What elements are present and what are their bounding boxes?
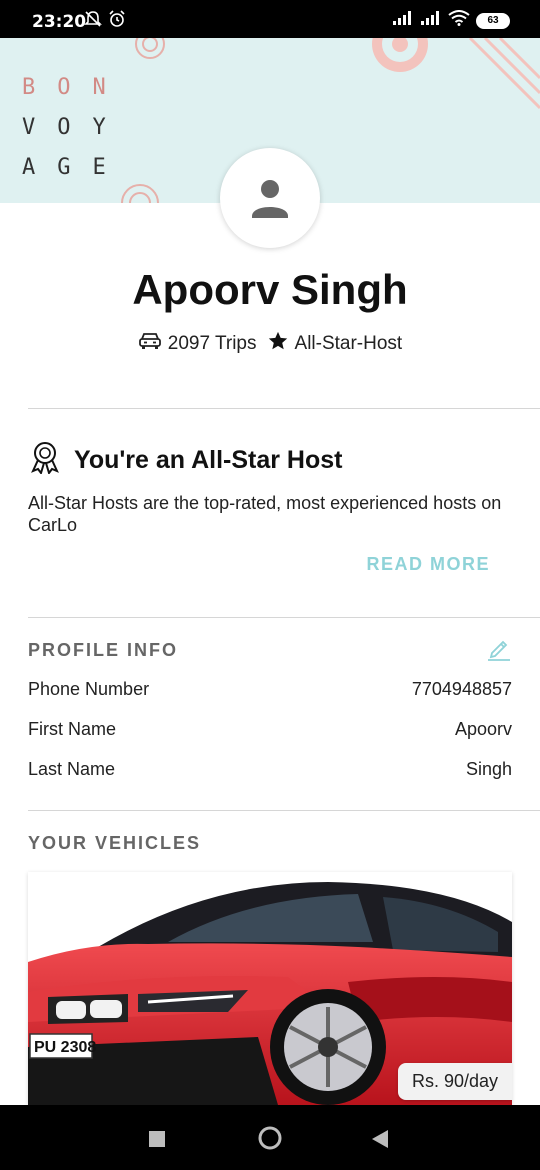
divider bbox=[28, 617, 540, 618]
signal-icon bbox=[392, 10, 414, 31]
read-more-link[interactable]: READ MORE bbox=[366, 554, 490, 575]
back-icon[interactable] bbox=[371, 1129, 389, 1154]
car-icon bbox=[138, 331, 162, 357]
allstar-section-title: You're an All-Star Host bbox=[28, 440, 342, 481]
info-label: First Name bbox=[28, 719, 117, 739]
navigation-bar bbox=[0, 1105, 540, 1170]
star-icon bbox=[267, 330, 289, 358]
recent-apps-icon[interactable] bbox=[148, 1130, 166, 1153]
banner-text: BON VOY AGE bbox=[22, 68, 128, 188]
trips-count: 2097 Trips bbox=[167, 333, 257, 354]
alarm-icon bbox=[108, 10, 126, 33]
info-row-phone: Phone Number 7704948857 bbox=[28, 679, 512, 700]
home-icon[interactable] bbox=[257, 1125, 283, 1156]
battery-icon: 63 bbox=[476, 12, 510, 29]
award-ribbon-icon bbox=[28, 440, 62, 481]
divider bbox=[28, 408, 540, 409]
wifi-icon bbox=[448, 10, 470, 31]
signal-icon bbox=[420, 10, 442, 31]
edit-icon[interactable] bbox=[486, 636, 512, 667]
host-badge: All-Star-Host bbox=[294, 333, 403, 354]
allstar-title: You're an All-Star Host bbox=[74, 446, 343, 474]
allstar-description: All-Star Hosts are the top-rated, most e… bbox=[28, 493, 502, 535]
info-value: 7704948857 bbox=[411, 679, 512, 699]
avatar[interactable] bbox=[220, 148, 320, 248]
vehicles-heading: YOUR VEHICLES bbox=[28, 833, 202, 853]
info-value: Singh bbox=[465, 759, 512, 779]
license-plate: PU 2308 bbox=[34, 1039, 96, 1056]
info-label: Phone Number bbox=[28, 679, 150, 699]
vehicle-card[interactable]: PU 2308 Rs. 90/day bbox=[28, 872, 512, 1105]
info-label: Last Name bbox=[28, 759, 116, 779]
person-icon bbox=[252, 180, 288, 218]
profile-stats: 2097 Trips All-Star-Host bbox=[0, 330, 540, 358]
divider bbox=[28, 810, 540, 811]
info-row-first-name: First Name Apoorv bbox=[28, 719, 512, 740]
info-row-last-name: Last Name Singh bbox=[28, 759, 512, 780]
status-time: 23:20 bbox=[32, 12, 87, 32]
status-bar: 23:20 63 bbox=[0, 0, 540, 38]
mute-icon bbox=[84, 10, 102, 33]
price-badge: Rs. 90/day bbox=[397, 1063, 512, 1100]
banner-line: BON bbox=[22, 75, 128, 100]
banner-line: VOY bbox=[22, 115, 128, 140]
banner-line: AGE bbox=[22, 155, 128, 180]
profile-info-heading: PROFILE INFO bbox=[28, 640, 178, 660]
profile-name: Apoorv Singh bbox=[132, 266, 408, 313]
info-value: Apoorv bbox=[454, 719, 512, 739]
